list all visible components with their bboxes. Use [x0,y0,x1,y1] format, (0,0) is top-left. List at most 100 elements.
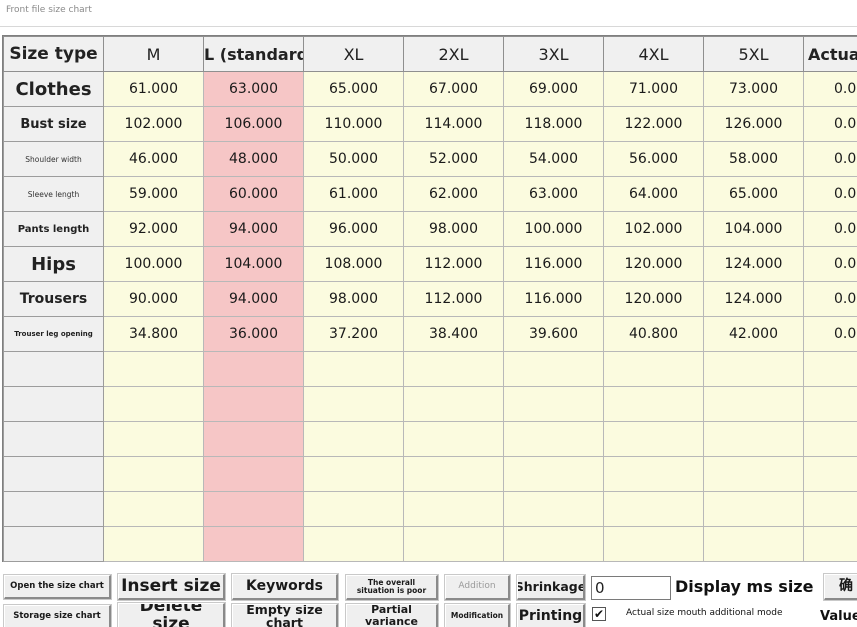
size-value-cell[interactable] [303,526,404,562]
size-value-cell[interactable]: 116.000 [503,281,604,317]
actual-size-mode-checkbox[interactable]: ✔ [592,607,606,621]
row-label[interactable] [3,351,104,387]
size-value-cell[interactable] [203,526,304,562]
actual-value-cell[interactable]: 0.0 [803,71,857,107]
ms-size-input[interactable] [591,576,671,600]
delete-size-button[interactable]: Delete size [118,603,225,627]
size-value-cell[interactable] [503,351,604,387]
actual-value-cell[interactable]: 0.0 [803,246,857,282]
open-size-chart-button[interactable]: Open the size chart [4,575,111,599]
size-value-cell[interactable]: 110.000 [303,106,404,142]
size-value-cell[interactable] [203,351,304,387]
printing-button[interactable]: Printing [517,604,585,627]
row-label[interactable]: Clothes [3,71,104,107]
size-value-cell[interactable]: 59.000 [103,176,204,212]
header-size-m[interactable]: M [103,36,204,72]
size-value-cell[interactable]: 120.000 [603,246,704,282]
size-value-cell[interactable]: 108.000 [303,246,404,282]
size-value-cell[interactable]: 50.000 [303,141,404,177]
size-value-cell[interactable] [103,491,204,527]
size-value-cell[interactable] [203,421,304,457]
actual-value-cell[interactable] [803,421,857,457]
header-size-2xl[interactable]: 2XL [403,36,504,72]
size-value-cell[interactable] [403,491,504,527]
size-value-cell[interactable] [403,456,504,492]
size-value-cell[interactable] [703,386,804,422]
size-value-cell[interactable]: 120.000 [603,281,704,317]
header-size-type[interactable]: Size type [3,36,104,72]
size-value-cell[interactable]: 94.000 [203,281,304,317]
row-label[interactable]: Hips [3,246,104,282]
actual-value-cell[interactable]: 0.0 [803,106,857,142]
size-value-cell[interactable] [503,491,604,527]
size-value-cell[interactable] [103,351,204,387]
size-value-cell[interactable]: 96.000 [303,211,404,247]
size-value-cell[interactable] [703,351,804,387]
row-label[interactable]: Sleeve length [3,176,104,212]
row-label[interactable]: Trouser leg opening [3,316,104,352]
size-value-cell[interactable]: 38.400 [403,316,504,352]
header-size-4xl[interactable]: 4XL [603,36,704,72]
row-label[interactable] [3,491,104,527]
size-value-cell[interactable]: 48.000 [203,141,304,177]
addition-button[interactable]: Addition [445,575,510,600]
size-value-cell[interactable] [503,421,604,457]
size-value-cell[interactable]: 61.000 [303,176,404,212]
storage-size-chart-button[interactable]: Storage size chart [4,605,111,627]
actual-value-cell[interactable]: 0.0 [803,176,857,212]
size-value-cell[interactable]: 58.000 [703,141,804,177]
row-label[interactable]: Shoulder width [3,141,104,177]
row-label[interactable]: Pants length [3,211,104,247]
actual-value-cell[interactable]: 0.0 [803,281,857,317]
insert-size-button[interactable]: Insert size [118,574,225,600]
actual-value-cell[interactable] [803,386,857,422]
size-value-cell[interactable] [103,386,204,422]
size-value-cell[interactable] [203,456,304,492]
modification-button[interactable]: Modification [445,604,510,627]
actual-value-cell[interactable] [803,351,857,387]
size-value-cell[interactable] [103,456,204,492]
size-value-cell[interactable] [703,491,804,527]
row-label[interactable] [3,526,104,562]
size-value-cell[interactable]: 100.000 [503,211,604,247]
size-value-cell[interactable]: 124.000 [703,246,804,282]
size-value-cell[interactable]: 112.000 [403,281,504,317]
size-value-cell[interactable] [403,421,504,457]
size-value-cell[interactable]: 64.000 [603,176,704,212]
size-value-cell[interactable]: 100.000 [103,246,204,282]
row-label[interactable]: Bust size [3,106,104,142]
size-value-cell[interactable] [503,386,604,422]
size-value-cell[interactable]: 46.000 [103,141,204,177]
actual-value-cell[interactable]: 0.0 [803,211,857,247]
size-value-cell[interactable] [303,456,404,492]
size-value-cell[interactable]: 94.000 [203,211,304,247]
size-value-cell[interactable]: 116.000 [503,246,604,282]
size-value-cell[interactable] [103,526,204,562]
size-value-cell[interactable]: 37.200 [303,316,404,352]
size-value-cell[interactable]: 98.000 [303,281,404,317]
size-value-cell[interactable]: 90.000 [103,281,204,317]
size-value-cell[interactable]: 124.000 [703,281,804,317]
header-size-l-standard[interactable]: L (standard) [203,36,304,72]
size-value-cell[interactable]: 65.000 [303,71,404,107]
size-value-cell[interactable] [403,526,504,562]
size-value-cell[interactable]: 122.000 [603,106,704,142]
size-value-cell[interactable] [503,456,604,492]
size-value-cell[interactable] [603,351,704,387]
partial-variance-button[interactable]: Partial variance [346,604,438,627]
row-label[interactable] [3,421,104,457]
size-value-cell[interactable] [403,351,504,387]
header-size-5xl[interactable]: 5XL [703,36,804,72]
size-value-cell[interactable]: 98.000 [403,211,504,247]
size-value-cell[interactable] [103,421,204,457]
row-label[interactable] [3,456,104,492]
actual-value-cell[interactable] [803,456,857,492]
size-value-cell[interactable]: 126.000 [703,106,804,142]
size-value-cell[interactable]: 61.000 [103,71,204,107]
size-value-cell[interactable]: 40.800 [603,316,704,352]
size-value-cell[interactable]: 65.000 [703,176,804,212]
empty-size-chart-button[interactable]: Empty size chart [232,604,338,627]
size-value-cell[interactable] [203,386,304,422]
header-size-3xl[interactable]: 3XL [503,36,604,72]
size-value-cell[interactable] [303,421,404,457]
